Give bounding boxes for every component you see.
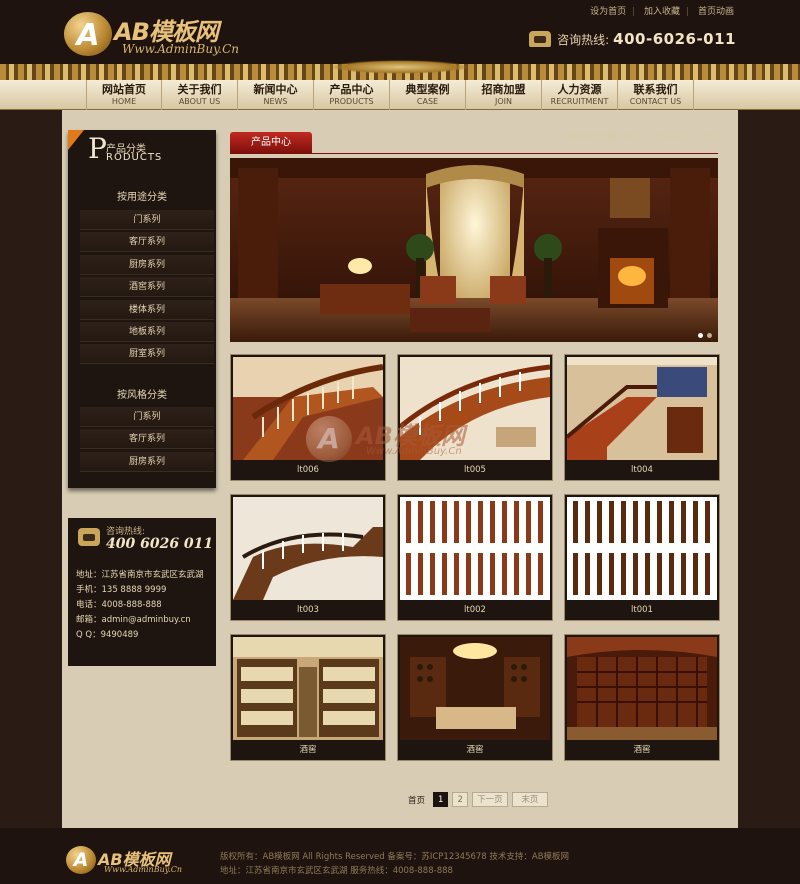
product-card[interactable]: lt002	[397, 494, 553, 621]
main-nav: 网站首页 HOME 关于我们 ABOUT US 新闻中心 NEWS 产品中心 PRODU…	[0, 80, 800, 110]
product-image[interactable]	[567, 497, 717, 600]
phone-icon	[78, 528, 100, 546]
banner-dot[interactable]	[698, 333, 703, 338]
tab-products[interactable]: 产品中心	[230, 132, 312, 154]
category-item[interactable]: 门系列	[80, 407, 214, 427]
contact-box: 咨询热线: 400 6026 011 地址：江苏省南京市玄武区玄武湖 手机：13…	[68, 518, 216, 666]
category-title-en: RODUCTS	[106, 152, 163, 163]
hotline-number: 400-6026-011	[613, 30, 736, 48]
category-item[interactable]: 地板系列	[80, 321, 214, 342]
product-image[interactable]	[400, 497, 550, 600]
footer-address: 地址：江苏省南京市玄武区玄武湖 服务热线：4008-888-888	[220, 866, 453, 876]
usage-category-list: 门系列 客厅系列 厨房系列 酒窖系列 楼体系列 地板系列 厨室系列	[80, 210, 214, 367]
header: A AB模板网 Www.AdminBuy.Cn 设为首页 | 加入收藏 | 首页动画…	[0, 0, 800, 80]
logo-url: Www.AdminBuy.Cn	[122, 42, 240, 56]
contact-email: 邮箱：admin@adminbuy.cn	[76, 615, 191, 625]
contact-qq: Q Q：9490489	[76, 630, 139, 640]
site-logo[interactable]: A AB模板网 Www.AdminBuy.Cn	[64, 12, 264, 60]
nav-item-about[interactable]: 关于我们 ABOUT US	[162, 80, 238, 110]
pager-first[interactable]: 首页	[408, 794, 425, 806]
contact-mobile: 手机：135 8888 9999	[76, 585, 167, 595]
product-card[interactable]: lt005	[397, 354, 553, 481]
footer-logo[interactable]: A AB模板网 Www.AdminBuy.Cn	[66, 846, 216, 876]
logo-badge-icon: A	[64, 12, 112, 56]
category-item[interactable]: 厨房系列	[80, 451, 214, 472]
product-card[interactable]: 酒窖	[397, 634, 553, 761]
living-room-photo	[230, 158, 718, 342]
phone-icon	[529, 31, 552, 47]
product-image[interactable]	[233, 357, 383, 460]
gold-ornament-divider	[0, 60, 800, 80]
footer-logo-badge-icon: A	[66, 846, 96, 874]
footer-copyright: 版权所有：AB模板网 All Rights Reserved 备案号：苏ICP1…	[220, 852, 570, 862]
product-card[interactable]: lt006	[230, 354, 386, 481]
contact-address: 地址：江苏省南京市玄武区玄武湖	[76, 570, 204, 580]
banner-image[interactable]	[230, 158, 718, 342]
style-category-list: 门系列 客厅系列 厨房系列	[80, 407, 214, 474]
product-image[interactable]	[400, 637, 550, 740]
nav-item-case[interactable]: 典型案例 CASE	[390, 80, 466, 110]
category-item[interactable]: 楼体系列	[80, 299, 214, 320]
product-label[interactable]: 酒窖	[231, 740, 385, 760]
set-homepage-link[interactable]: 设为首页	[590, 7, 626, 17]
product-image[interactable]	[233, 497, 383, 600]
product-label[interactable]: lt003	[231, 600, 385, 620]
product-card[interactable]: lt003	[230, 494, 386, 621]
section-title-by-style: 按风格分类	[117, 390, 167, 401]
homepage-animation-link[interactable]: 首页动画	[698, 7, 734, 17]
pagination: 首页 1 2 下一页 末页	[408, 792, 548, 807]
category-item[interactable]: 客厅系列	[80, 429, 214, 450]
footer: A AB模板网 Www.AdminBuy.Cn 版权所有：AB模板网 All R…	[0, 828, 800, 884]
product-image[interactable]	[567, 637, 717, 740]
header-hotline: 咨询热线: 400-6026-011	[529, 30, 736, 48]
contact-hotline-number: 400 6026 011	[106, 536, 214, 552]
nav-item-news[interactable]: 新闻中心 NEWS	[238, 80, 314, 110]
add-favorite-link[interactable]: 加入收藏	[644, 7, 680, 17]
product-label[interactable]: lt001	[565, 600, 719, 620]
product-label[interactable]: lt005	[398, 460, 552, 480]
category-sidebar: P 产品分类 RODUCTS 按用途分类 门系列 客厅系列 厨房系列 酒窖系列 …	[68, 130, 216, 488]
pager-next[interactable]: 下一页	[471, 792, 508, 807]
pager-last[interactable]: 末页	[511, 792, 548, 807]
product-card[interactable]: 酒窖	[230, 634, 386, 761]
content-header: 产品中心 您现在的位置：首页 > 产品中心 > 列表	[230, 130, 718, 154]
category-item[interactable]: 厨室系列	[80, 344, 214, 365]
category-item[interactable]: 厨房系列	[80, 254, 214, 275]
category-item[interactable]: 客厅系列	[80, 232, 214, 253]
banner-pagination	[698, 333, 712, 338]
breadcrumb: 您现在的位置：首页 > 产品中心 > 列表	[565, 132, 718, 142]
nav-item-contact[interactable]: 联系我们 CONTACT US	[618, 80, 694, 110]
banner-dot[interactable]	[707, 333, 712, 338]
category-title-letter: P	[88, 132, 107, 165]
category-header: P 产品分类 RODUCTS	[68, 130, 216, 170]
footer-info: 版权所有：AB模板网 All Rights Reserved 备案号：苏ICP1…	[220, 850, 569, 878]
category-item[interactable]: 酒窖系列	[80, 277, 214, 298]
product-card[interactable]: lt001	[564, 494, 720, 621]
product-image[interactable]	[400, 357, 550, 460]
nav-item-join[interactable]: 招商加盟 JOIN	[466, 80, 542, 110]
pager-page-2[interactable]: 2	[452, 792, 468, 807]
product-label[interactable]: lt002	[398, 600, 552, 620]
top-links: 设为首页 | 加入收藏 | 首页动画	[590, 7, 734, 17]
hotline-label: 咨询热线:	[557, 32, 610, 47]
product-card[interactable]: lt004	[564, 354, 720, 481]
product-label[interactable]: 酒窖	[398, 740, 552, 760]
product-label[interactable]: 酒窖	[565, 740, 719, 760]
product-label[interactable]: lt006	[231, 460, 385, 480]
nav-item-home[interactable]: 网站首页 HOME	[86, 80, 162, 110]
product-card[interactable]: 酒窖	[564, 634, 720, 761]
product-image[interactable]	[233, 637, 383, 740]
contact-phone: 电话：4008-888-888	[76, 600, 162, 610]
nav-item-recruitment[interactable]: 人力资源 RECRUITMENT	[542, 80, 618, 110]
contact-details: 地址：江苏省南京市玄武区玄武湖 手机：135 8888 9999 电话：4008…	[76, 568, 214, 643]
footer-logo-url: Www.AdminBuy.Cn	[104, 865, 183, 874]
pager-page-1[interactable]: 1	[433, 792, 449, 807]
section-title-by-usage: 按用途分类	[117, 192, 167, 203]
category-item[interactable]: 门系列	[80, 210, 214, 230]
nav-item-products[interactable]: 产品中心 PRODUCTS	[314, 80, 390, 110]
product-image[interactable]	[567, 357, 717, 460]
product-label[interactable]: lt004	[565, 460, 719, 480]
